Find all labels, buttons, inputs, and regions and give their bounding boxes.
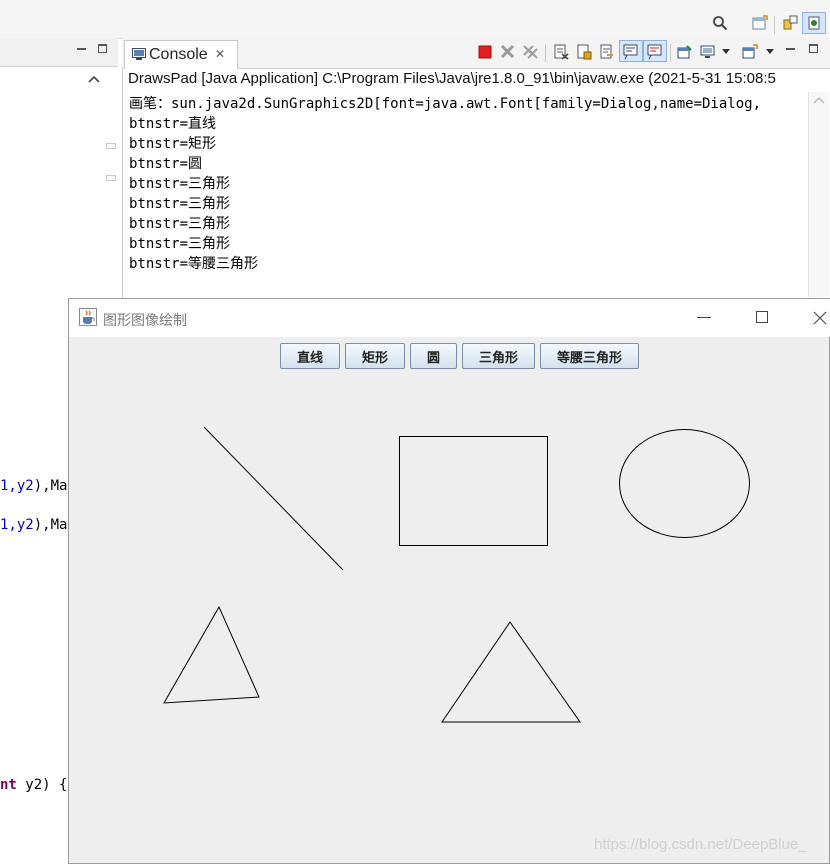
minimize-icon[interactable] xyxy=(77,48,86,50)
line-button[interactable]: 直线 xyxy=(280,343,340,369)
display-console-icon[interactable] xyxy=(700,44,716,60)
maximize-icon[interactable] xyxy=(756,311,768,323)
show-on-stderr-icon[interactable] xyxy=(647,44,663,60)
console-scrollbar[interactable] xyxy=(808,92,829,297)
search-icon[interactable] xyxy=(712,15,728,31)
window-title: 图形图像绘制 xyxy=(103,313,187,329)
rectangle-button[interactable]: 矩形 xyxy=(345,343,405,369)
drawn-rectangle xyxy=(399,436,548,546)
java-perspective-icon[interactable] xyxy=(782,15,798,31)
console-line: btnstr=三角形 xyxy=(129,196,231,212)
maximize-icon[interactable] xyxy=(98,44,107,53)
java-cup-icon xyxy=(79,308,97,326)
console-process-description: DrawsPad [Java Application] C:\Program F… xyxy=(128,70,776,87)
drawn-circle xyxy=(619,429,750,538)
console-line: btnstr=圆 xyxy=(129,156,203,172)
debug-perspective-icon[interactable] xyxy=(806,15,822,31)
dropdown-arrow-icon[interactable] xyxy=(765,48,775,56)
code-text: ),Ma xyxy=(33,478,68,494)
console-line: btnstr=直线 xyxy=(129,116,217,132)
terminate-icon[interactable] xyxy=(478,45,492,59)
close-icon[interactable]: ✕ xyxy=(215,47,225,61)
circle-button[interactable]: 圆 xyxy=(410,343,457,369)
console-line: btnstr=矩形 xyxy=(129,136,217,152)
pin-console-icon[interactable] xyxy=(677,44,693,60)
drawing-canvas[interactable] xyxy=(69,370,829,862)
dropdown-arrow-icon[interactable] xyxy=(721,48,731,56)
close-icon[interactable] xyxy=(813,311,827,325)
triangle-button[interactable]: 三角形 xyxy=(462,343,535,369)
open-perspective-icon[interactable] xyxy=(752,15,768,31)
console-line: btnstr=三角形 xyxy=(129,216,231,232)
drawn-line xyxy=(203,426,344,571)
chevron-up-icon[interactable] xyxy=(88,74,100,84)
word-wrap-icon[interactable] xyxy=(599,44,615,60)
console-line: btnstr=等腰三角形 xyxy=(129,256,259,272)
clear-console-icon[interactable] xyxy=(553,44,569,60)
maximize-icon[interactable] xyxy=(809,44,818,53)
fold-marker[interactable] xyxy=(106,175,116,181)
open-console-icon[interactable] xyxy=(742,44,758,60)
isosceles-triangle-button[interactable]: 等腰三角形 xyxy=(540,343,639,369)
code-text: ),Ma xyxy=(33,517,68,533)
code-line[interactable]: nt y2) { xyxy=(0,777,67,793)
code-variable: 1,y2 xyxy=(0,517,34,533)
minimize-icon[interactable] xyxy=(697,317,711,318)
code-text: y2) { xyxy=(16,777,68,793)
drawn-isosceles-triangle xyxy=(441,621,581,723)
console-icon xyxy=(132,48,146,60)
watermark: https://blog.csdn.net/DeepBlue_ xyxy=(594,836,807,853)
drawn-triangle xyxy=(163,605,260,704)
tab-console[interactable]: Console ✕ xyxy=(124,40,238,69)
console-tab-label: Console xyxy=(149,46,208,63)
code-variable: 1,y2 xyxy=(0,478,34,494)
minimize-icon[interactable] xyxy=(786,48,795,50)
editor-header xyxy=(0,38,118,67)
code-line[interactable]: 1,y2),Ma xyxy=(0,478,67,494)
code-keyword: nt xyxy=(0,777,17,793)
console-line: btnstr=三角形 xyxy=(129,236,231,252)
show-on-stdout-icon[interactable] xyxy=(623,44,639,60)
console-line: btnstr=三角形 xyxy=(129,176,231,192)
scroll-lock-icon[interactable] xyxy=(576,44,592,60)
main-toolbar xyxy=(0,0,830,39)
console-line: 画笔：sun.java2d.SunGraphics2D[font=java.aw… xyxy=(129,96,762,112)
remove-all-icon[interactable] xyxy=(522,44,539,59)
code-line[interactable]: 1,y2),Ma xyxy=(0,517,67,533)
chevron-up-icon[interactable] xyxy=(813,96,825,105)
remove-launch-icon[interactable] xyxy=(500,44,515,59)
fold-marker[interactable] xyxy=(106,143,116,149)
